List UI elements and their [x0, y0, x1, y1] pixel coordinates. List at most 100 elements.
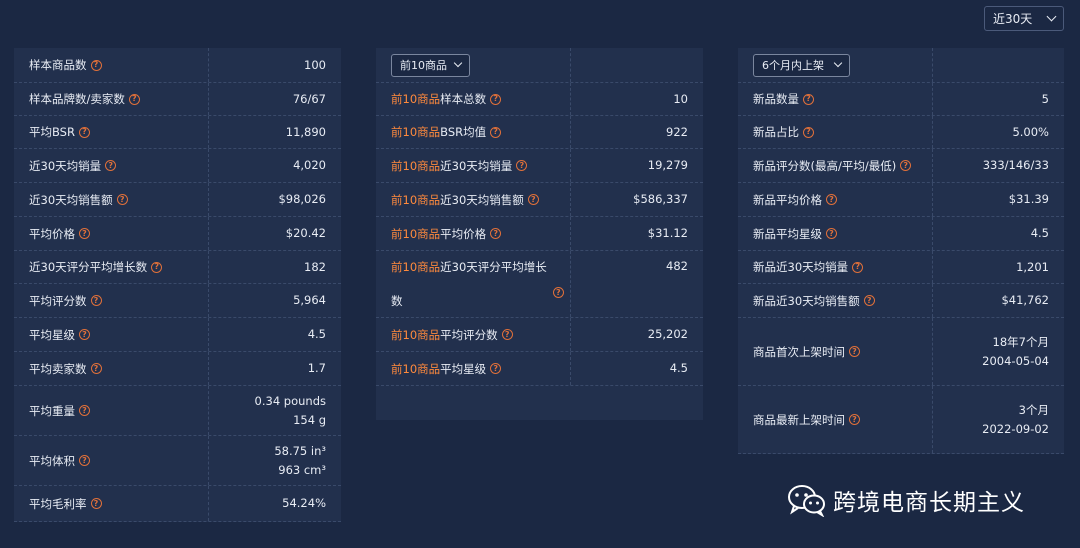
- help-icon[interactable]: ?: [151, 261, 163, 273]
- top10-prefix: 前10商品: [391, 361, 441, 376]
- stat-label: 近30天评分平均增长数?: [14, 251, 209, 283]
- top10-header-row: 前10商品: [376, 48, 703, 83]
- help-icon[interactable]: ?: [552, 287, 564, 298]
- help-icon[interactable]: ?: [490, 228, 502, 239]
- stat-label: 新品近30天均销售额?: [738, 284, 933, 317]
- stat-row: 前10商品BSR均值? 922: [376, 116, 703, 149]
- help-icon[interactable]: ?: [79, 405, 90, 416]
- stat-label-main: 商品最新上架时间: [753, 412, 845, 427]
- help-icon[interactable]: ?: [490, 126, 502, 138]
- stat-value-secondary: 2004-05-04: [982, 353, 1049, 368]
- stat-value-secondary: 154 g: [293, 412, 326, 427]
- stat-row: 平均卖家数? 1.7: [14, 352, 341, 386]
- stat-value-main: 11,890: [285, 124, 326, 139]
- help-icon[interactable]: ?: [79, 228, 90, 239]
- stat-label-main: 近30天评分平均增长数: [29, 260, 148, 274]
- stat-value-main: 19,279: [647, 158, 688, 172]
- help-icon[interactable]: ?: [116, 194, 128, 205]
- new-products-select[interactable]: 6个月内上架: [753, 53, 850, 77]
- help-icon[interactable]: ?: [78, 126, 90, 138]
- stat-label: 平均星级?: [14, 318, 209, 351]
- stat-label: 前10商品平均评分数?: [376, 318, 571, 351]
- stat-value: 11,890: [209, 116, 341, 148]
- stat-label-text: 前10商品平均价格: [391, 226, 486, 242]
- help-icon[interactable]: ?: [826, 194, 837, 205]
- stat-value-main: 1,201: [1016, 259, 1049, 274]
- stat-label-text: 平均体积: [29, 453, 75, 469]
- stat-value-main: $98,026: [278, 192, 326, 206]
- stat-label-main: 样本品牌数/卖家数: [29, 92, 125, 106]
- stat-label-main: 近30天均销售额: [440, 192, 524, 207]
- stat-value-main: $31.12: [647, 226, 688, 240]
- stat-value: $98,026: [209, 183, 341, 216]
- help-icon[interactable]: ?: [803, 93, 814, 105]
- help-icon[interactable]: ?: [128, 93, 140, 105]
- help-icon[interactable]: ?: [863, 295, 875, 306]
- stat-value-main: 4.5: [1030, 226, 1049, 240]
- help-icon[interactable]: ?: [527, 194, 539, 205]
- stat-label: 平均卖家数?: [14, 352, 209, 385]
- help-icon[interactable]: ?: [501, 329, 513, 340]
- stat-label-main: 新品近30天均销售额: [753, 293, 860, 308]
- stat-label-main: 平均评分数: [29, 293, 87, 308]
- stat-label: 前10商品近30天评分平均增长? 数: [376, 251, 571, 317]
- stat-row: 新品数量? 5: [738, 83, 1064, 116]
- stat-value-main: $31.39: [1008, 192, 1049, 206]
- stat-label-text: 平均毛利率: [29, 496, 87, 512]
- stat-row: 前10商品平均价格? $31.12: [376, 217, 703, 251]
- help-icon[interactable]: ?: [490, 93, 502, 105]
- help-icon[interactable]: ?: [516, 160, 528, 171]
- stat-label-main: 新品数量: [753, 92, 799, 106]
- stat-row: 新品近30天均销量? 1,201: [738, 251, 1064, 284]
- help-icon[interactable]: ?: [90, 59, 102, 71]
- stat-label-main: 近30天评分平均增长: [440, 260, 547, 274]
- help-icon[interactable]: ?: [105, 160, 117, 171]
- help-icon[interactable]: ?: [90, 363, 102, 374]
- help-icon[interactable]: ?: [490, 363, 502, 374]
- top10-select[interactable]: 前10商品: [391, 53, 470, 77]
- stat-label-text: 新品数量: [753, 91, 799, 107]
- stat-label-text: 近30天均销量: [29, 158, 101, 174]
- help-icon[interactable]: ?: [900, 160, 912, 171]
- stat-label-main: 样本商品数: [29, 58, 87, 72]
- stat-row: 平均体积? 58.75 in³ 963 cm³: [14, 436, 341, 486]
- stat-label-main: BSR均值: [440, 125, 487, 139]
- help-icon[interactable]: ?: [849, 346, 860, 357]
- help-icon[interactable]: ?: [852, 261, 864, 273]
- stat-label-main: 平均星级: [440, 361, 487, 376]
- stat-label-text: 前10商品平均评分数: [391, 327, 498, 343]
- stat-value-main: 922: [666, 124, 688, 139]
- stat-row: 新品近30天均销售额? $41,762: [738, 284, 1064, 318]
- stat-label-text: 前10商品样本总数: [391, 91, 486, 107]
- stat-value: $20.42: [209, 217, 341, 250]
- chevron-down-icon: [833, 58, 843, 68]
- stat-label-continued: 数: [391, 294, 403, 308]
- help-icon[interactable]: ?: [803, 126, 814, 138]
- stat-value-main: 333/146/33: [982, 158, 1049, 172]
- stat-value-main: 18年7个月: [992, 334, 1049, 349]
- stat-value-main: 4.5: [669, 361, 688, 375]
- stat-label-text: 新品占比: [753, 124, 799, 140]
- help-icon[interactable]: ?: [90, 498, 102, 509]
- stat-value-main: 76/67: [292, 91, 326, 106]
- stat-value: 4,020: [209, 149, 341, 182]
- stat-label: 样本商品数?: [14, 48, 209, 82]
- help-icon[interactable]: ?: [849, 414, 860, 425]
- stat-label-text: 商品最新上架时间: [753, 412, 845, 428]
- stat-label: 平均价格?: [14, 217, 209, 250]
- time-range-select[interactable]: 近30天: [984, 6, 1064, 31]
- stat-label: 前10商品平均星级?: [376, 352, 571, 385]
- stat-value: 3个月 2022-09-02: [933, 386, 1064, 453]
- stat-value: 54.24%: [209, 486, 341, 521]
- stat-value-main: 3个月: [1018, 402, 1049, 417]
- help-icon[interactable]: ?: [79, 329, 90, 340]
- stat-label: 前10商品平均价格?: [376, 217, 571, 250]
- help-icon[interactable]: ?: [90, 295, 102, 306]
- stat-value-main: 10: [673, 91, 688, 106]
- stat-value: 100: [209, 48, 341, 82]
- stat-value: $31.39: [933, 183, 1064, 216]
- help-icon[interactable]: ?: [79, 455, 90, 466]
- help-icon[interactable]: ?: [826, 228, 837, 239]
- stat-label: 新品近30天均销量?: [738, 251, 933, 283]
- stat-label: 商品最新上架时间?: [738, 386, 933, 453]
